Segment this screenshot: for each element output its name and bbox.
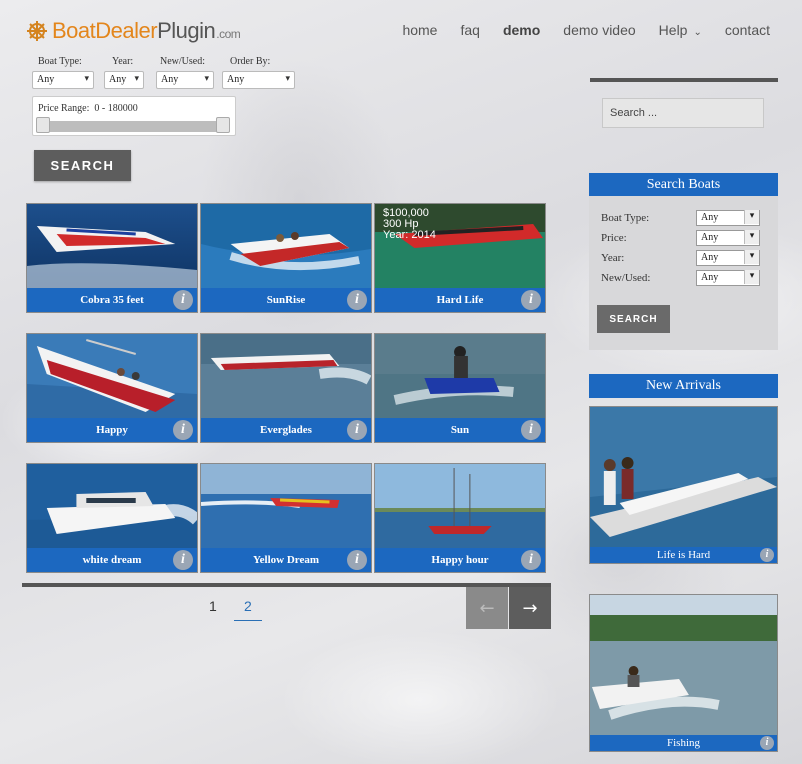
sb-search-button[interactable]: SEARCH <box>597 305 670 333</box>
logo-text-plugin: Plugin <box>157 18 216 43</box>
boat-name: SunRise <box>201 288 371 312</box>
sb-price-label: Price: <box>601 232 627 244</box>
page-link-1[interactable]: 1 <box>209 598 217 614</box>
info-icon[interactable]: i <box>521 290 541 310</box>
price-range-value: 0 - 180000 <box>94 103 138 114</box>
info-icon[interactable]: i <box>347 290 367 310</box>
sb-price-select[interactable]: Any <box>696 230 760 246</box>
boat-card[interactable]: Sun i <box>374 333 546 443</box>
info-icon[interactable]: i <box>173 290 193 310</box>
boat-card[interactable]: Everglades i <box>200 333 372 443</box>
boat-card[interactable]: Happy i <box>26 333 198 443</box>
boat-image <box>201 464 371 550</box>
boat-name: Sun <box>375 418 545 442</box>
arrival-image <box>590 595 777 737</box>
boat-name: Cobra 35 feet <box>27 288 197 312</box>
new-arrivals-title: New Arrivals <box>589 374 778 398</box>
prev-page-button[interactable]: ← <box>466 587 508 629</box>
boat-name: white dream <box>27 548 197 572</box>
arrival-image <box>590 407 777 549</box>
boat-card[interactable]: Yellow Dream i <box>200 463 372 573</box>
nav-help-label: Help <box>658 22 688 38</box>
boat-name: Yellow Dream <box>201 548 371 572</box>
arrow-right-icon: → <box>522 597 538 619</box>
sb-boat-type-label: Boat Type: <box>601 212 650 224</box>
ship-wheel-icon <box>27 21 47 41</box>
boat-image <box>27 334 197 420</box>
sb-new-used-select[interactable]: Any <box>696 270 760 286</box>
arrow-left-icon: ← <box>479 597 495 619</box>
nav-demo-video[interactable]: demo video <box>563 22 635 38</box>
search-boats-widget: Boat Type: Any Price: Any Year: Any New/… <box>589 196 778 350</box>
boat-card[interactable]: white dream i <box>26 463 198 573</box>
sb-year-select[interactable]: Any <box>696 250 760 266</box>
info-icon[interactable]: i <box>760 548 774 562</box>
boat-image <box>201 334 371 420</box>
page-link-2-current[interactable]: 2 <box>234 598 262 621</box>
boat-image <box>27 204 197 290</box>
order-by-label: Order By: <box>230 56 271 67</box>
boat-year: Year: 2014 <box>383 229 436 241</box>
boat-type-label: Boat Type: <box>38 56 82 67</box>
info-icon[interactable]: i <box>521 550 541 570</box>
price-range-max-handle[interactable] <box>216 117 230 133</box>
arrival-card[interactable]: Life is Hard i <box>589 406 778 564</box>
chevron-down-icon: ⌄ <box>693 27 702 38</box>
new-used-label: New/Used: <box>160 56 205 67</box>
sidebar-search-input[interactable]: Search ... <box>602 98 764 128</box>
sb-boat-type-select[interactable]: Any <box>696 210 760 226</box>
boat-image <box>27 464 197 550</box>
year-label: Year: <box>112 56 134 67</box>
price-range-box: Price Range: 0 - 180000 <box>32 96 236 136</box>
boat-name: Everglades <box>201 418 371 442</box>
boat-name: Hard Life <box>375 288 545 312</box>
price-range-label: Price Range: 0 - 180000 <box>38 103 138 114</box>
boat-image <box>375 464 545 550</box>
logo-text-dealer: Dealer <box>95 18 158 43</box>
sb-year-label: Year: <box>601 252 625 264</box>
sb-new-used-label: New/Used: <box>601 272 651 284</box>
logo-text-boat: Boat <box>52 18 96 43</box>
price-range-min-handle[interactable] <box>36 117 50 133</box>
boat-name: Happy <box>27 418 197 442</box>
arrival-card[interactable]: Fishing i <box>589 594 778 752</box>
boat-card[interactable]: Cobra 35 feet i <box>26 203 198 313</box>
price-range-track[interactable] <box>41 121 227 132</box>
info-icon[interactable]: i <box>347 550 367 570</box>
nav-contact[interactable]: contact <box>725 22 770 38</box>
info-icon[interactable]: i <box>760 736 774 750</box>
nav-demo[interactable]: demo <box>503 22 540 38</box>
sidebar-divider <box>590 78 778 82</box>
boat-quick-info: $100,000 300 Hp Year: 2014 <box>383 208 436 241</box>
search-boats-title: Search Boats <box>589 173 778 197</box>
arrival-name: Life is Hard <box>590 547 777 563</box>
boat-image <box>201 204 371 290</box>
boat-filter-panel: Boat Type: Any Year: Any New/Used: Any O… <box>28 50 470 150</box>
boat-card[interactable]: Happy hour i <box>374 463 546 573</box>
nav-home[interactable]: home <box>402 22 437 38</box>
nav-help[interactable]: Help ⌄ <box>659 22 702 38</box>
main-nav: home faq demo demo video Help ⌄ contact <box>402 22 770 38</box>
next-page-button[interactable]: → <box>509 587 551 629</box>
new-used-select[interactable]: Any <box>156 71 214 89</box>
search-button[interactable]: SEARCH <box>34 150 131 181</box>
logo-text-suffix: .com <box>216 27 241 41</box>
info-icon[interactable]: i <box>173 420 193 440</box>
info-icon[interactable]: i <box>521 420 541 440</box>
site-logo[interactable]: BoatDealerPlugin.com <box>26 18 241 44</box>
nav-faq[interactable]: faq <box>460 22 479 38</box>
info-icon[interactable]: i <box>347 420 367 440</box>
arrival-name: Fishing <box>590 735 777 751</box>
boat-card[interactable]: $100,000 300 Hp Year: 2014 Hard Life i <box>374 203 546 313</box>
year-select[interactable]: Any <box>104 71 144 89</box>
boat-name: Happy hour <box>375 548 545 572</box>
info-icon[interactable]: i <box>173 550 193 570</box>
order-by-select[interactable]: Any <box>222 71 295 89</box>
boat-image <box>375 334 545 420</box>
boat-type-select[interactable]: Any <box>32 71 94 89</box>
boat-card[interactable]: SunRise i <box>200 203 372 313</box>
